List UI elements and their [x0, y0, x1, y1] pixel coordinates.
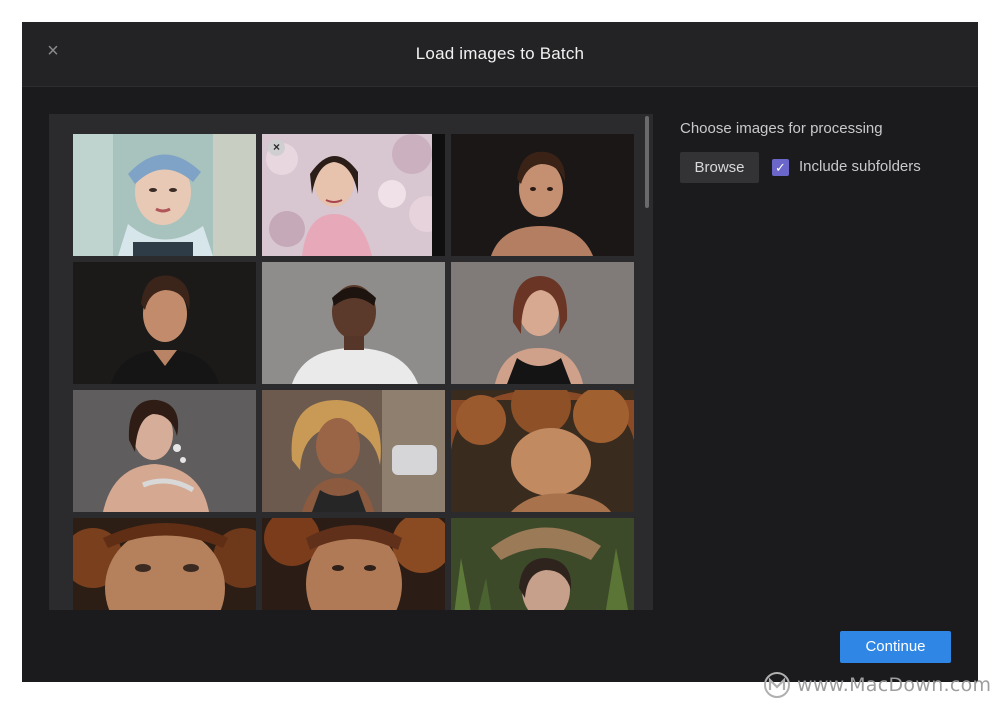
choose-images-label: Choose images for processing [680, 120, 883, 137]
dialog-titlebar: × Load images to Batch [22, 22, 978, 87]
grid-scrollbar[interactable] [645, 116, 649, 208]
image-grid[interactable]: × [49, 114, 653, 610]
continue-button[interactable]: Continue [840, 631, 951, 663]
thumbnail-image[interactable] [451, 262, 634, 384]
macdown-logo-icon [764, 672, 790, 698]
remove-image-icon[interactable]: × [268, 139, 285, 156]
browse-button[interactable]: Browse [680, 152, 759, 183]
watermark-text: www.MacDown.com [797, 674, 992, 696]
thumbnail-image[interactable] [451, 518, 634, 610]
thumbnail-image[interactable] [262, 518, 445, 610]
thumbnail-image[interactable] [451, 134, 634, 256]
include-subfolders-checkbox[interactable]: ✓ [772, 159, 789, 176]
thumbnail-image[interactable] [262, 262, 445, 384]
thumbnail-image[interactable] [73, 518, 256, 610]
thumbnail-image[interactable] [73, 262, 256, 384]
thumbnail-image[interactable] [73, 390, 256, 512]
include-subfolders-label[interactable]: Include subfolders [799, 158, 921, 175]
thumbnail-image[interactable]: × [262, 134, 445, 256]
thumbnail-image[interactable] [451, 390, 634, 512]
batch-dialog: × Load images to Batch × Choose images f… [22, 22, 978, 682]
dialog-title: Load images to Batch [415, 44, 585, 63]
thumbnail-image[interactable] [73, 134, 256, 256]
thumbnail-image[interactable] [262, 390, 445, 512]
